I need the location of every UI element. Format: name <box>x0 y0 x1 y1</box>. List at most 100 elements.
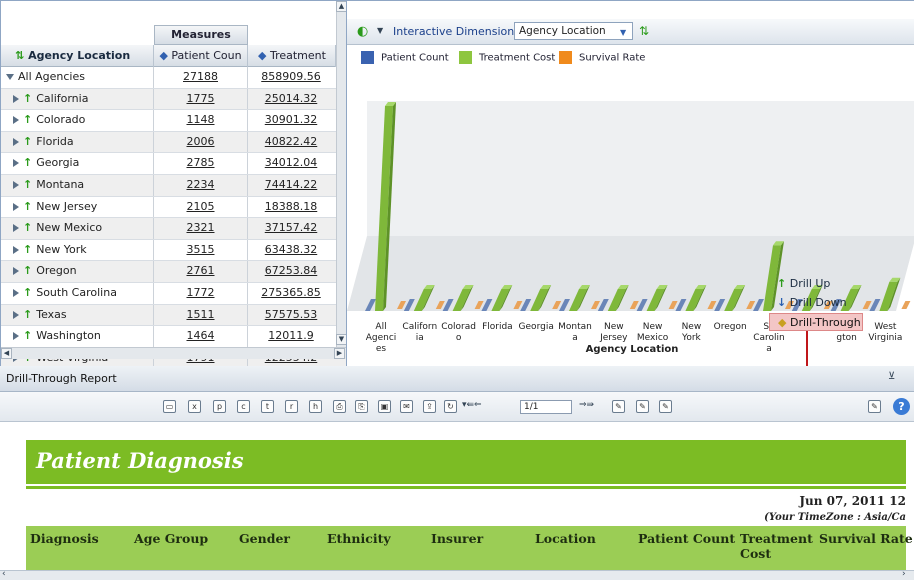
scroll-down-icon[interactable]: ▼ <box>336 334 346 345</box>
lock-icon[interactable]: ▣ <box>378 400 391 413</box>
drill-up-icon[interactable]: ↑ <box>23 178 32 191</box>
export-icon[interactable]: ⇪ <box>423 400 436 413</box>
cell-patient[interactable]: 1511 <box>154 304 248 326</box>
drill-up-icon[interactable]: ↑ <box>23 113 32 126</box>
email-icon[interactable]: ✉ <box>400 400 413 413</box>
scroll-left-icon[interactable]: ‹ <box>2 569 6 579</box>
rtf-icon[interactable]: r <box>285 400 298 413</box>
cell-patient[interactable]: 2785 <box>154 153 248 174</box>
html-icon[interactable]: h <box>309 400 322 413</box>
cell-patient[interactable]: 27188 <box>154 67 248 88</box>
chart-type-dropdown-icon[interactable]: ▼ <box>377 26 383 35</box>
measures-header[interactable]: Measures <box>154 25 248 45</box>
cell-patient[interactable]: 1775 <box>154 88 248 110</box>
cell-treatment[interactable]: 25014.32 <box>248 89 334 110</box>
view-icon[interactable]: ▭ <box>163 400 176 413</box>
expand-icon[interactable] <box>13 137 19 146</box>
cell-patient[interactable]: 1464 <box>154 326 248 347</box>
cell-treatment[interactable]: 30901.32 <box>248 110 334 131</box>
expand-icon[interactable] <box>13 116 19 125</box>
pdf-icon[interactable]: p <box>213 400 226 413</box>
cell-treatment[interactable]: 275365.85 <box>248 283 334 304</box>
cell-patient[interactable]: 3515 <box>154 239 248 261</box>
help-icon[interactable]: ? <box>893 398 910 415</box>
refresh-icon[interactable]: ↻ <box>444 400 457 413</box>
cell-treatment[interactable]: 37157.42 <box>248 218 334 239</box>
scroll-left-icon[interactable]: ◀ <box>1 348 12 359</box>
first-page-icon[interactable]: ▾⇚⇐ <box>462 400 482 410</box>
page-input[interactable]: 1/1 <box>520 400 572 414</box>
expand-icon[interactable] <box>13 310 19 319</box>
drill-down-item[interactable]: ↓ Drill Down <box>769 294 863 312</box>
drill-arrows-icon[interactable]: ⇅ <box>639 24 649 38</box>
scroll-right-icon[interactable]: › <box>902 569 906 579</box>
cell-treatment[interactable]: 34012.04 <box>248 153 334 174</box>
drill-up-icon[interactable]: ↑ <box>23 286 32 299</box>
cell-treatment[interactable]: 12011.9 <box>248 326 334 347</box>
report-hscroll[interactable]: ‹ › <box>0 569 914 580</box>
drill-up-icon[interactable]: ↑ <box>23 200 32 213</box>
cell-treatment[interactable]: 74414.22 <box>248 175 334 196</box>
crosstab-vscroll[interactable]: ▲ ▼ <box>336 1 346 347</box>
drill-up-icon[interactable]: ↑ <box>23 264 32 277</box>
table-row: ↑ South Carolina 1772 275365.85 <box>1 282 346 305</box>
expand-icon[interactable] <box>13 332 19 341</box>
col-ethnicity: Ethnicity <box>327 531 391 546</box>
cell-treatment[interactable]: 40822.42 <box>248 132 334 153</box>
drill-up-icon[interactable]: ↑ <box>23 221 32 234</box>
drill-up-icon[interactable]: ↑ <box>23 135 32 148</box>
expand-icon[interactable] <box>13 180 19 189</box>
minimize-icon[interactable]: ⊻ <box>888 371 895 382</box>
expand-icon[interactable] <box>13 94 19 103</box>
drill-up-icon[interactable]: ↑ <box>23 156 32 169</box>
cell-treatment[interactable]: 57575.53 <box>248 305 334 326</box>
notes-icon[interactable]: ✎ <box>636 400 649 413</box>
edit-icon[interactable]: ✎ <box>612 400 625 413</box>
drill-through-icon: ◆ <box>778 316 787 329</box>
cell-patient[interactable]: 2234 <box>154 174 248 196</box>
sort-icon[interactable]: ◆ <box>258 49 266 62</box>
expand-icon[interactable] <box>13 202 19 211</box>
cell-patient[interactable]: 1148 <box>154 110 248 131</box>
settings-icon[interactable]: ✎ <box>868 400 881 413</box>
cell-patient[interactable]: 2761 <box>154 261 248 282</box>
sort-icon[interactable]: ◆ <box>159 49 167 62</box>
drill-up-icon[interactable]: ↑ <box>23 92 32 105</box>
collapse-icon[interactable] <box>6 74 14 80</box>
row-dimension-header[interactable]: ⇅ Agency Location <box>1 45 154 67</box>
chart-type-icon[interactable]: ◐ <box>357 24 368 39</box>
cell-patient[interactable]: 2105 <box>154 196 248 218</box>
chevron-down-icon[interactable]: ▼ <box>620 25 630 37</box>
cell-treatment[interactable]: 18388.18 <box>248 197 334 218</box>
expand-icon[interactable] <box>13 224 19 233</box>
drill-up-item[interactable]: ↑ Drill Up <box>769 275 863 293</box>
expand-icon[interactable] <box>13 288 19 297</box>
treatment-header[interactable]: ◆ Treatment <box>248 45 336 67</box>
expand-icon[interactable] <box>13 267 19 276</box>
expand-icon[interactable] <box>13 159 19 168</box>
text-icon[interactable]: t <box>261 400 274 413</box>
csv-icon[interactable]: c <box>237 400 250 413</box>
cell-treatment[interactable]: 67253.84 <box>248 261 334 282</box>
drill-arrows-icon[interactable]: ⇅ <box>15 49 24 62</box>
excel-icon[interactable]: x <box>188 400 201 413</box>
scroll-up-icon[interactable]: ▲ <box>336 1 346 12</box>
cell-treatment[interactable]: 858909.56 <box>248 67 334 88</box>
cell-patient[interactable]: 2321 <box>154 218 248 239</box>
crosstab-hscroll[interactable]: ◀ ▶ <box>1 347 346 359</box>
print-preview-icon[interactable]: ⎘ <box>355 400 368 413</box>
scroll-right-icon[interactable]: ▶ <box>334 348 345 359</box>
patient-count-header[interactable]: ◆ Patient Coun <box>154 45 248 67</box>
cell-patient[interactable]: 1772 <box>154 282 248 304</box>
cell-treatment[interactable]: 63438.32 <box>248 240 334 261</box>
cell-patient[interactable]: 2006 <box>154 131 248 153</box>
expand-icon[interactable] <box>13 245 19 254</box>
drill-up-icon[interactable]: ↑ <box>23 308 32 321</box>
drill-up-icon[interactable]: ↑ <box>23 243 32 256</box>
next-page-icon[interactable]: ⇒⇛ <box>579 400 594 410</box>
dimension-select[interactable]: Agency Location ▼ <box>514 22 633 40</box>
print-icon[interactable]: ⎙ <box>333 400 346 413</box>
arrow-up-icon: ↑ <box>777 277 787 290</box>
drill-up-icon[interactable]: ↑ <box>23 329 32 342</box>
bookmark-icon[interactable]: ✎ <box>659 400 672 413</box>
